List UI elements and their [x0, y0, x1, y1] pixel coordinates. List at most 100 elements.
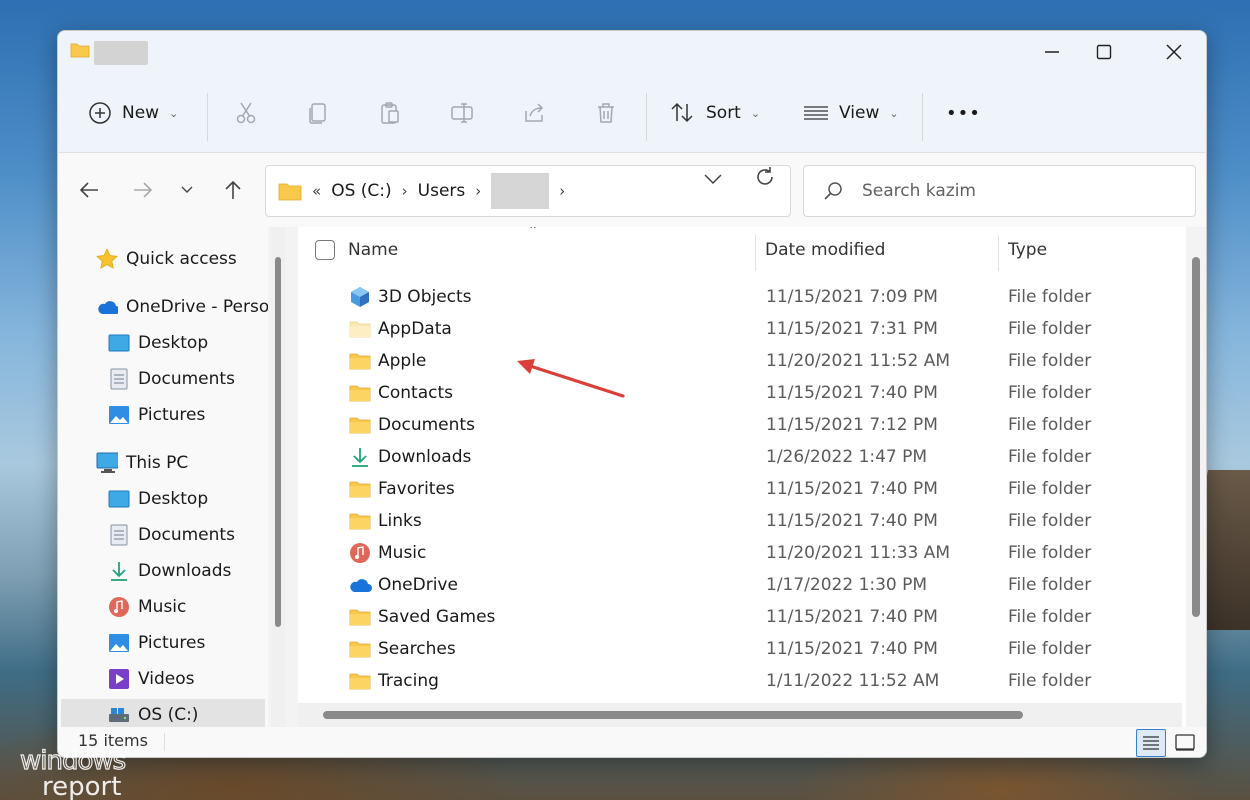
- copy-button[interactable]: [306, 73, 330, 153]
- sidebar-item-desktop[interactable]: Desktop: [108, 327, 208, 359]
- chevron-down-icon: ⌄: [750, 106, 761, 120]
- sidebar-scrollbar[interactable]: [271, 227, 285, 727]
- pictures-icon: [108, 404, 130, 426]
- breadcrumb-os-c[interactable]: OS (C:): [331, 181, 391, 201]
- new-button[interactable]: New ⌄: [88, 73, 178, 153]
- column-header-date-modified[interactable]: Date modified: [765, 227, 885, 273]
- file-name-documents[interactable]: Documents: [348, 409, 475, 441]
- horizontal-scrollbar-thumb[interactable]: [323, 711, 1023, 719]
- view-button[interactable]: View ⌄: [803, 73, 899, 153]
- sidebar-item-documents-pc[interactable]: Documents: [108, 519, 235, 551]
- close-button[interactable]: [1148, 31, 1200, 73]
- forward-button[interactable]: [128, 175, 158, 205]
- vertical-scrollbar-thumb[interactable]: [1192, 257, 1200, 617]
- file-name-contacts[interactable]: Contacts: [348, 377, 453, 409]
- sidebar-item-documents[interactable]: Documents: [108, 363, 235, 395]
- column-divider[interactable]: [998, 235, 999, 271]
- sidebar-item-quick-access[interactable]: Quick access: [96, 243, 237, 275]
- table-row[interactable]: 3D Objects 11/15/2021 7:09 PM File folder: [298, 281, 1186, 313]
- file-name-searches[interactable]: Searches: [348, 633, 456, 665]
- table-row[interactable]: Contacts 11/15/2021 7:40 PM File folder: [298, 377, 1186, 409]
- table-row[interactable]: Tracing 1/11/2022 11:52 AM File folder: [298, 665, 1186, 697]
- rename-button[interactable]: [450, 73, 476, 153]
- sidebar-item-pictures-pc[interactable]: Pictures: [108, 627, 205, 659]
- more-options-button[interactable]: •••: [946, 73, 981, 153]
- table-row[interactable]: AppData 11/15/2021 7:31 PM File folder: [298, 313, 1186, 345]
- download-icon: [108, 560, 130, 582]
- view-label: View: [839, 103, 880, 123]
- table-row[interactable]: OneDrive 1/17/2022 1:30 PM File folder: [298, 569, 1186, 601]
- refresh-button[interactable]: [753, 165, 777, 193]
- refresh-icon: [757, 167, 773, 185]
- sidebar-item-videos[interactable]: Videos: [108, 663, 195, 695]
- paste-button[interactable]: [378, 73, 402, 153]
- delete-button[interactable]: [594, 73, 618, 153]
- sidebar-item-this-pc[interactable]: This PC: [96, 447, 188, 479]
- date-modified: 11/15/2021 7:09 PM: [766, 287, 938, 307]
- date-modified: 1/17/2022 1:30 PM: [766, 575, 928, 595]
- file-name-apple[interactable]: Apple: [348, 345, 426, 377]
- sidebar-item-music[interactable]: Music: [108, 591, 186, 623]
- file-name-links[interactable]: Links: [348, 505, 422, 537]
- sort-button[interactable]: Sort ⌄: [670, 73, 760, 153]
- table-row[interactable]: Apple 11/20/2021 11:52 AM File folder: [298, 345, 1186, 377]
- minimize-button[interactable]: [1026, 31, 1078, 73]
- clipboard-icon: [381, 102, 399, 124]
- chevron-right-icon[interactable]: ›: [559, 182, 565, 200]
- up-button[interactable]: [218, 175, 248, 205]
- file-name-label: Searches: [378, 639, 456, 659]
- monitor-icon: [96, 452, 118, 474]
- music-icon: [348, 541, 372, 565]
- file-name-downloads[interactable]: Downloads: [348, 441, 471, 473]
- file-name-saved-games[interactable]: Saved Games: [348, 601, 495, 633]
- table-row[interactable]: Saved Games 11/15/2021 7:40 PM File folder: [298, 601, 1186, 633]
- file-name-3d-objects[interactable]: 3D Objects: [348, 281, 472, 313]
- sidebar-item-onedrive[interactable]: OneDrive - Persor: [96, 291, 268, 323]
- file-name-label: OneDrive: [378, 575, 458, 595]
- table-row[interactable]: Favorites 11/15/2021 7:40 PM File folder: [298, 473, 1186, 505]
- file-name-label: 3D Objects: [378, 287, 472, 307]
- more-icon: •••: [946, 102, 981, 124]
- share-button[interactable]: [522, 73, 546, 153]
- breadcrumb-users[interactable]: Users: [418, 181, 466, 201]
- column-header-name[interactable]: Name: [348, 227, 398, 273]
- table-row[interactable]: Downloads 1/26/2022 1:47 PM File folder: [298, 441, 1186, 473]
- address-dropdown-button[interactable]: [703, 169, 723, 193]
- recent-locations-button[interactable]: [172, 175, 202, 205]
- sidebar-item-pictures[interactable]: Pictures: [108, 399, 205, 431]
- cut-button[interactable]: [234, 73, 258, 153]
- search-box[interactable]: [803, 165, 1196, 217]
- status-bar: 15 items: [58, 727, 1206, 757]
- search-input[interactable]: [862, 181, 1182, 201]
- table-row[interactable]: Documents 11/15/2021 7:12 PM File folder: [298, 409, 1186, 441]
- horizontal-scrollbar[interactable]: [298, 703, 1182, 727]
- file-name-favorites[interactable]: Favorites: [348, 473, 455, 505]
- table-row[interactable]: Music 11/20/2021 11:33 AM File folder: [298, 537, 1186, 569]
- maximize-button[interactable]: [1078, 31, 1130, 73]
- documents-icon: [108, 524, 130, 546]
- sidebar-scrollbar-thumb[interactable]: [275, 257, 281, 627]
- vertical-scrollbar[interactable]: [1186, 227, 1206, 727]
- sort-label: Sort: [706, 103, 741, 123]
- column-divider[interactable]: [755, 235, 756, 271]
- details-view-button[interactable]: [1136, 729, 1166, 757]
- chevron-right-icon[interactable]: ›: [475, 182, 481, 200]
- select-all-checkbox[interactable]: [315, 240, 335, 260]
- column-header-type[interactable]: Type: [1008, 227, 1047, 273]
- breadcrumb-overflow[interactable]: «: [312, 182, 321, 200]
- file-name-onedrive[interactable]: OneDrive: [348, 569, 458, 601]
- breadcrumb-user-redacted[interactable]: [491, 173, 550, 209]
- table-row[interactable]: Links 11/15/2021 7:40 PM File folder: [298, 505, 1186, 537]
- sidebar-item-desktop-pc[interactable]: Desktop: [108, 483, 208, 515]
- tiles-view-button[interactable]: [1170, 729, 1200, 757]
- chevron-right-icon[interactable]: ›: [402, 182, 408, 200]
- file-name-tracing[interactable]: Tracing: [348, 665, 439, 697]
- table-row[interactable]: Searches 11/15/2021 7:40 PM File folder: [298, 633, 1186, 665]
- file-name-appdata[interactable]: AppData: [348, 313, 452, 345]
- close-icon: [1166, 44, 1182, 60]
- sidebar-item-downloads[interactable]: Downloads: [108, 555, 231, 587]
- sidebar-item-os-c[interactable]: OS (C:): [61, 699, 265, 727]
- file-name-music[interactable]: Music: [348, 537, 426, 569]
- folder-icon: [348, 605, 372, 629]
- back-button[interactable]: [74, 175, 104, 205]
